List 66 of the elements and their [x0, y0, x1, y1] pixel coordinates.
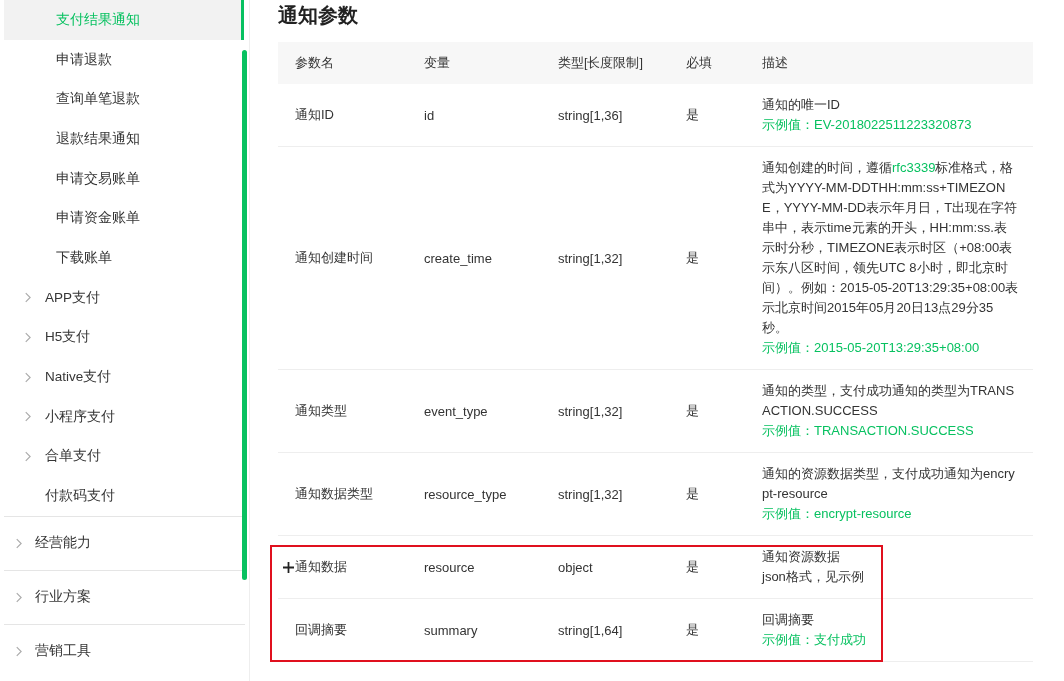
param-name: 通知ID: [295, 106, 334, 124]
nav-item[interactable]: APP支付: [4, 277, 241, 318]
required-text: 是: [686, 106, 699, 124]
nav-item[interactable]: 合单支付: [4, 436, 241, 477]
nav-item[interactable]: 付款码支付: [4, 476, 241, 516]
param-name: 通知创建时间: [295, 249, 373, 267]
chevron-right-icon: [24, 292, 31, 304]
column-header: 参数名: [294, 54, 335, 72]
chevron-right-icon: [24, 331, 31, 343]
param-name: 通知类型: [295, 402, 347, 420]
example-value: 示例值：encrypt-resource: [762, 505, 912, 523]
nav-item[interactable]: 小程序支付: [4, 396, 241, 437]
nav-item[interactable]: 退款结果通知: [4, 119, 241, 159]
chevron-right-icon: [24, 411, 31, 423]
nav-item[interactable]: 下载账单: [4, 238, 241, 278]
nav-item[interactable]: 经营能力: [4, 516, 241, 570]
chevron-right-icon: [15, 591, 22, 603]
nav-item[interactable]: 申请交易账单: [4, 158, 241, 199]
nav-item[interactable]: H5支付: [4, 317, 241, 358]
param-name: 通知数据类型: [295, 485, 373, 503]
plus-icon[interactable]: [283, 561, 294, 573]
example-value: 示例值：支付成功: [762, 631, 866, 649]
chevron-right-icon: [15, 537, 22, 549]
column-header: 类型[长度限制]: [557, 54, 644, 72]
type-text: string[1,32]: [558, 486, 623, 502]
description-text: 通知的唯一ID: [762, 96, 840, 114]
variable-name: resource: [424, 559, 475, 575]
type-text: object: [558, 559, 593, 575]
required-text: 是: [686, 485, 699, 503]
required-text: 是: [686, 249, 699, 267]
nav-item[interactable]: Native支付: [4, 357, 241, 397]
chevron-right-icon: [15, 645, 22, 657]
section-title: 通知参数: [278, 3, 359, 27]
nav-item[interactable]: 查询单笔退款: [4, 79, 241, 120]
type-text: string[1,64]: [558, 622, 623, 638]
chevron-right-icon: [24, 371, 31, 383]
example-value: 示例值：2015-05-20T13:29:35+08:00: [762, 339, 980, 357]
scrollbar-thumb[interactable]: [242, 50, 247, 580]
nav-item[interactable]: 营销工具: [4, 624, 241, 678]
description-text: 通知的类型，支付成功通知的类型为TRANSACTION.SUCCESS: [762, 382, 1016, 420]
nav-item[interactable]: 申请退款: [4, 39, 241, 80]
param-name: 通知数据: [295, 558, 347, 576]
required-text: 是: [686, 558, 699, 576]
type-text: string[1,32]: [558, 403, 623, 419]
description-text: 通知创建的时间，遵循rfc3339标准格式，格式为YYYY-MM-DDTHH:mm:ss+TIMEZONE，YYYY-MM-DD表示年月日，T出现在字符串中，表示time元素的开头，HH:mm:ss.表示时分秒，TIMEZONE表示时区（+08:00表示东八区时间，领先UTC 8小时，即北京时间）。例如：2015-05-20T13:29:35+08:00表示北京时间2015年05月20日13点29分35秒。: [762, 159, 1019, 337]
type-text: string[1,36]: [558, 107, 623, 123]
example-value: 示例值：EV-2018022511223320873: [762, 116, 972, 134]
column-header: 必填: [685, 54, 713, 72]
variable-name: id: [424, 107, 435, 123]
variable-name: resource_type: [424, 486, 507, 502]
variable-name: create_time: [424, 250, 492, 266]
variable-name: summary: [424, 622, 478, 638]
description-text: 回调摘要: [762, 611, 814, 629]
example-value: 示例值：TRANSACTION.SUCCESS: [762, 422, 974, 440]
description-text: 通知资源数据 json格式，见示例: [762, 548, 864, 586]
chevron-right-icon: [24, 450, 31, 462]
column-header: 描述: [761, 54, 789, 72]
column-header: 变量: [423, 54, 451, 72]
required-text: 是: [686, 402, 699, 420]
variable-name: event_type: [424, 403, 488, 419]
required-text: 是: [686, 621, 699, 639]
nav-item[interactable]: 行业方案: [4, 570, 241, 624]
description-text: 通知的资源数据类型，支付成功通知为encrypt-resource: [762, 465, 1016, 503]
type-text: string[1,32]: [558, 250, 623, 266]
param-name: 回调摘要: [295, 621, 347, 639]
nav-item[interactable]: 申请资金账单: [4, 198, 241, 239]
